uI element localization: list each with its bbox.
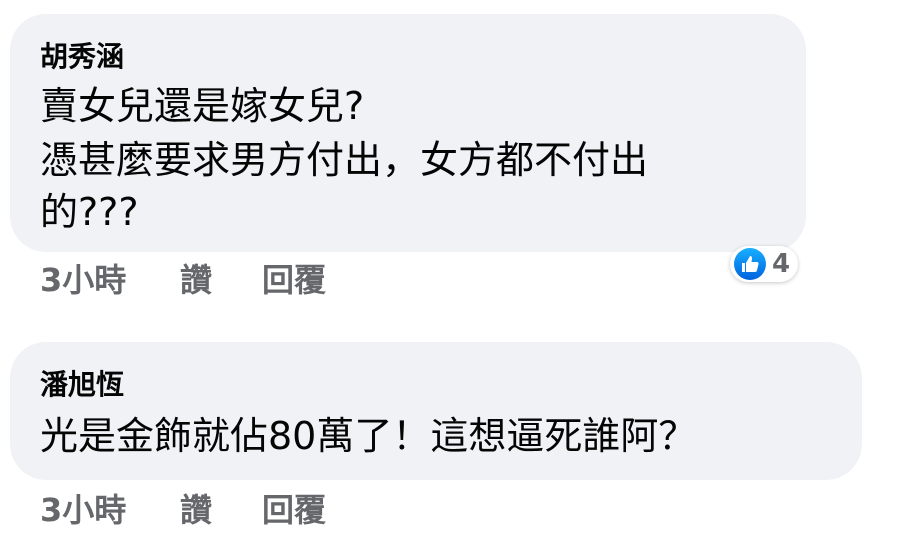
- comment-author[interactable]: 胡秀涵: [40, 40, 124, 74]
- like-button[interactable]: 讚: [180, 260, 262, 300]
- comment-bubble: 潘旭恆 光是金飾就佔80萬了！這想逼死誰阿？: [10, 342, 862, 480]
- reply-button[interactable]: 回覆: [262, 490, 382, 530]
- like-button[interactable]: 讚: [180, 490, 262, 530]
- comment-text-line-1: 光是金飾就佔80萬了！這想逼死誰阿？: [40, 414, 697, 458]
- reaction-count: 4: [772, 249, 791, 279]
- comment-text-line-1: 賣女兒還是嫁女兒?: [40, 84, 365, 128]
- comment-bubble: 胡秀涵 賣女兒還是嫁女兒? 憑甚麼要求男方付出，女方都不付出 的???: [10, 14, 806, 252]
- comment-actions: 3小時 讚 回覆: [40, 260, 382, 300]
- reply-button[interactable]: 回覆: [262, 260, 382, 300]
- thumbs-up-icon: [734, 248, 766, 280]
- comment-author[interactable]: 潘旭恆: [40, 368, 124, 402]
- reaction-summary[interactable]: 4: [730, 246, 799, 282]
- comment-text-line-2: 憑甚麼要求男方付出，女方都不付出: [40, 138, 649, 182]
- comment-actions: 3小時 讚 回覆: [40, 490, 382, 530]
- comment-timestamp[interactable]: 3小時: [40, 260, 180, 300]
- comment-timestamp[interactable]: 3小時: [40, 490, 180, 530]
- comment-text-line-3: 的???: [40, 190, 139, 234]
